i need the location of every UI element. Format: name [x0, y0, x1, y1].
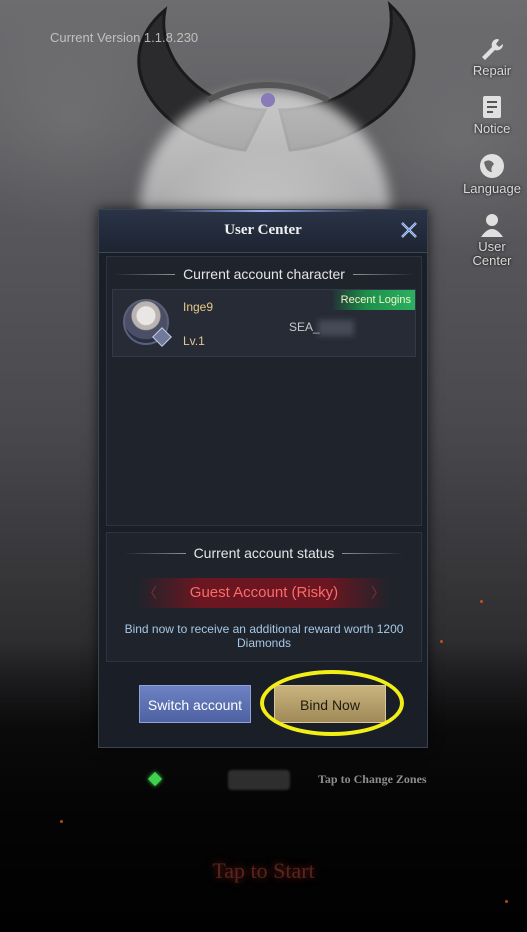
notice-label: Notice	[473, 121, 511, 136]
chevron-right-icon: 〉	[371, 585, 385, 601]
language-button[interactable]: Language	[463, 152, 521, 196]
user-center-button[interactable]: User Center	[463, 212, 521, 268]
version-label: Current Version 1.1.8.230	[50, 30, 199, 45]
character-section-heading: Current account character	[107, 265, 421, 282]
chevron-left-icon: 〈	[143, 585, 157, 601]
divider	[113, 273, 176, 275]
notice-button[interactable]: Notice	[463, 94, 521, 136]
divider	[352, 273, 415, 275]
ember	[60, 820, 63, 823]
ember	[505, 900, 508, 903]
character-server: SEA_	[289, 320, 320, 334]
character-level: Lv.1	[183, 334, 205, 348]
dialog-title: User Center	[224, 222, 302, 238]
repair-button[interactable]: Repair	[463, 36, 521, 78]
server-status-icon	[147, 771, 163, 787]
user-icon	[481, 214, 503, 237]
wrench-icon	[482, 38, 504, 60]
ember	[480, 600, 483, 603]
zone-name-blurred	[228, 770, 290, 790]
guest-status-badge: 〈 Guest Account (Risky) 〉	[137, 578, 391, 608]
switch-account-button[interactable]: Switch account	[139, 685, 251, 723]
user-center-label: User Center	[472, 239, 512, 268]
zone-selector[interactable]: Tap to Change Zones	[100, 768, 440, 792]
highlight-circle	[260, 670, 404, 736]
status-section-heading: Current account status	[107, 544, 421, 561]
notice-icon	[483, 96, 501, 118]
tap-to-start-button[interactable]: Tap to Start	[0, 858, 527, 884]
close-icon[interactable]	[399, 220, 419, 240]
language-label: Language	[463, 181, 521, 196]
divider	[123, 552, 186, 554]
globe-icon	[480, 154, 504, 178]
ember	[440, 640, 443, 643]
status-panel: Current account status 〈 Guest Account (…	[106, 532, 422, 662]
bind-reward-text: Bind now to receive an additional reward…	[124, 622, 404, 650]
user-center-dialog: User Center Current account character In…	[98, 209, 428, 748]
divider	[342, 552, 405, 554]
repair-label: Repair	[472, 63, 512, 78]
character-name: Inge9	[183, 300, 214, 314]
character-panel: Current account character Inge9 Lv.1 SEA…	[106, 256, 422, 526]
guest-status-text: Guest Account (Risky)	[189, 584, 339, 601]
tiara-art	[206, 82, 330, 107]
character-card[interactable]: Inge9 Lv.1 SEA_ Recent Logins	[112, 289, 416, 357]
dialog-header: User Center	[99, 210, 427, 253]
redacted-server-id	[318, 320, 354, 336]
change-zones-label: Tap to Change Zones	[318, 772, 427, 786]
recent-logins-tag: Recent Logins	[333, 290, 415, 310]
